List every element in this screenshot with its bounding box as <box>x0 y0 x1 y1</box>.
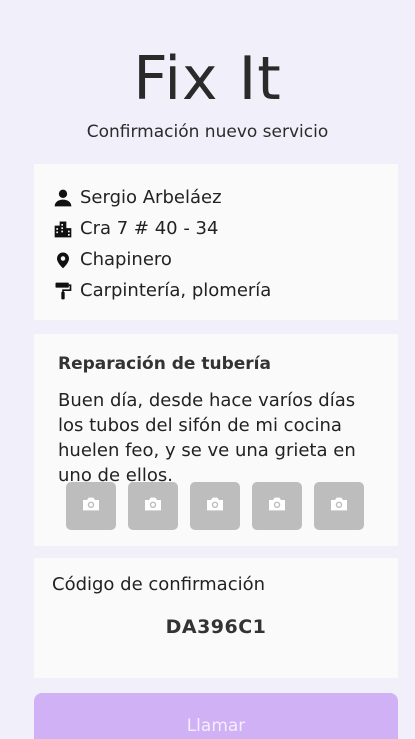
person-icon <box>52 187 74 209</box>
contact-name: Sergio Arbeláez <box>80 187 222 208</box>
page-subtitle: Confirmación nuevo servicio <box>86 122 329 142</box>
photo-slot[interactable] <box>314 482 364 530</box>
camera-icon <box>205 496 225 516</box>
request-description: Buen día, desde hace varíos días los tub… <box>58 390 356 486</box>
request-card: Reparación de tubería Buen día, desde ha… <box>34 334 398 546</box>
photo-slot[interactable] <box>252 482 302 530</box>
camera-icon <box>81 496 101 516</box>
confirmation-label: Código de confirmación <box>52 574 266 595</box>
call-button[interactable]: Llamar <box>34 693 398 739</box>
photo-slots <box>66 482 364 530</box>
camera-icon <box>143 496 163 516</box>
paint-roller-icon <box>52 280 74 302</box>
confirmation-card: Código de confirmación DA396C1 <box>34 558 398 678</box>
request-title: Reparación de tubería <box>58 354 271 374</box>
photo-slot[interactable] <box>190 482 240 530</box>
service-confirmation-screen: Fix It Confirmación nuevo servicio Sergi… <box>0 0 415 739</box>
contact-neighborhood-row: Chapinero <box>52 244 398 275</box>
camera-icon <box>329 496 349 516</box>
contact-services-row: Carpintería, plomería <box>52 275 398 306</box>
city-building-icon <box>52 218 74 240</box>
app-title: Fix It <box>133 44 282 114</box>
contact-address-row: Cra 7 # 40 - 34 <box>52 213 398 244</box>
contact-card: Sergio Arbeláez Cra 7 # 40 - 34 Chapiner… <box>34 164 398 320</box>
location-pin-icon <box>52 249 74 271</box>
camera-icon <box>267 496 287 516</box>
photo-slot[interactable] <box>128 482 178 530</box>
contact-services: Carpintería, plomería <box>80 280 272 301</box>
photo-slot[interactable] <box>66 482 116 530</box>
contact-address: Cra 7 # 40 - 34 <box>80 218 219 239</box>
contact-neighborhood: Chapinero <box>80 249 172 270</box>
contact-name-row: Sergio Arbeláez <box>52 182 398 213</box>
confirmation-code: DA396C1 <box>165 616 267 638</box>
